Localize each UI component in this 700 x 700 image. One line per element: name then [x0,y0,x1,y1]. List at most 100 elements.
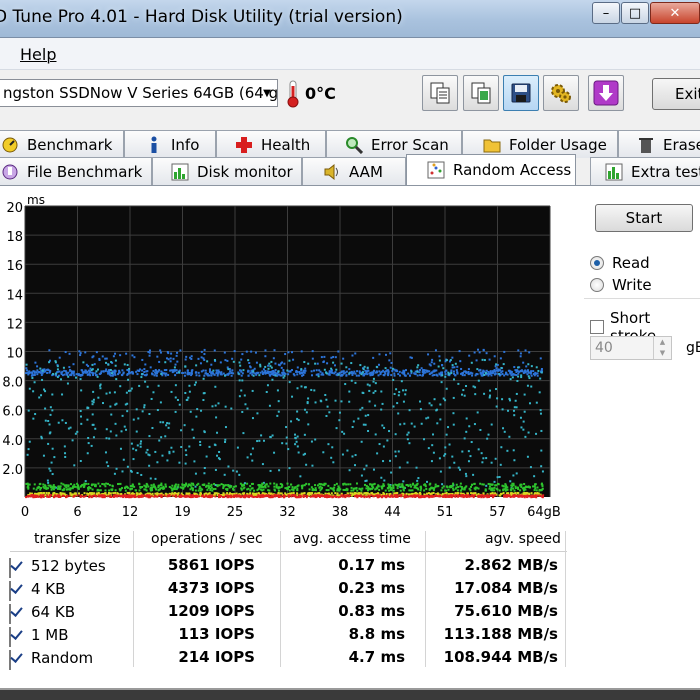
tab-aam[interactable]: AAM [302,157,406,185]
menu-help[interactable]: Help [20,45,56,64]
data-point [138,369,141,372]
data-point [110,361,113,364]
data-point [342,488,345,491]
tab-extra-tests[interactable]: Extra tests [590,157,700,185]
data-point [81,373,84,376]
data-point [32,494,35,497]
write-option[interactable]: Write [590,276,652,294]
data-point [414,495,417,498]
drive-select[interactable]: ngston SSDNow V Series 64GB (64 gB) ▼ [0,79,278,107]
data-point [124,496,127,499]
tab-erase[interactable]: Erase [618,130,700,158]
data-point [251,389,254,392]
copy-screenshot-button[interactable] [463,75,499,111]
copy-info-button[interactable] [422,75,458,111]
row-checkbox[interactable] [9,558,11,578]
data-point [259,371,262,374]
tab-disk-monitor[interactable]: Disk monitor [152,157,302,185]
tab-health[interactable]: Health [216,130,326,158]
data-point [350,372,353,375]
data-point [227,465,230,468]
start-button[interactable]: Start [595,204,693,232]
read-option[interactable]: Read [590,254,650,272]
short-stroke-checkbox[interactable] [590,320,604,334]
data-point [341,495,344,498]
title-bar[interactable]: D Tune Pro 4.01 - Hard Disk Utility (tri… [0,0,700,38]
data-point [337,350,340,353]
iops-number: 5861 [167,556,210,574]
data-point [330,492,333,495]
data-point [395,495,398,498]
data-point [232,488,235,491]
data-point [337,373,340,376]
spinner-arrows-icon[interactable]: ▲ ▼ [653,337,671,359]
data-point [370,483,373,486]
data-point [395,388,398,391]
data-point [436,374,439,377]
data-point [479,482,482,485]
data-point [270,366,273,369]
save-button[interactable] [503,75,539,111]
data-point [46,479,49,482]
data-point [256,440,259,443]
data-point [480,372,483,375]
maximize-button[interactable]: □ [621,2,649,24]
data-point [484,494,487,497]
data-point [447,426,450,429]
data-point [205,455,208,458]
data-point [415,483,418,486]
data-point [91,371,94,374]
row-iops-value: 1209 IOPS [168,602,255,620]
row-checkbox[interactable] [9,627,11,647]
data-point [32,487,35,490]
minimize-button[interactable]: – [592,2,620,24]
row-checkbox[interactable] [9,604,11,624]
chevron-down-icon[interactable]: ▼ [257,80,277,106]
data-point [240,358,243,361]
download-button[interactable] [588,75,624,111]
data-point [64,370,67,373]
data-point [93,494,96,497]
data-point [210,495,213,498]
tab-benchmark[interactable]: Benchmark [0,130,124,158]
data-point [145,370,148,373]
data-point [480,496,483,499]
data-point [364,480,367,483]
exit-button[interactable]: Exit [652,78,700,110]
data-point [216,431,219,434]
write-radio[interactable] [590,278,604,292]
data-point [500,492,503,495]
tab-info[interactable]: Info [124,130,216,158]
data-point [226,488,229,491]
data-point [364,423,367,426]
close-button[interactable]: ✕ [650,2,700,24]
data-point [419,400,422,403]
data-point [154,494,157,497]
options-button[interactable] [543,75,579,111]
data-point [207,496,210,499]
data-point [118,369,121,372]
tab-file-benchmark[interactable]: File Benchmark [0,157,152,185]
row-checkbox[interactable] [9,650,11,670]
speed-number: 75.610 [454,602,512,620]
data-point [270,360,273,363]
data-point [394,433,397,436]
row-checkbox[interactable] [9,581,11,601]
data-point [478,369,481,372]
data-point [381,402,384,405]
data-point [519,352,522,355]
data-point [465,495,468,498]
data-point [476,411,479,414]
data-point [416,374,419,377]
data-point [330,456,333,459]
data-point [135,430,138,433]
data-point [108,484,111,487]
data-point [359,494,362,497]
data-point [303,361,306,364]
data-point [227,368,230,371]
tab-random-access[interactable]: Random Access [406,154,576,185]
tab-label: Error Scan [371,135,449,154]
stroke-size-input[interactable]: 40 ▲ ▼ [590,336,672,360]
read-radio[interactable] [590,256,604,270]
data-point [25,372,28,375]
